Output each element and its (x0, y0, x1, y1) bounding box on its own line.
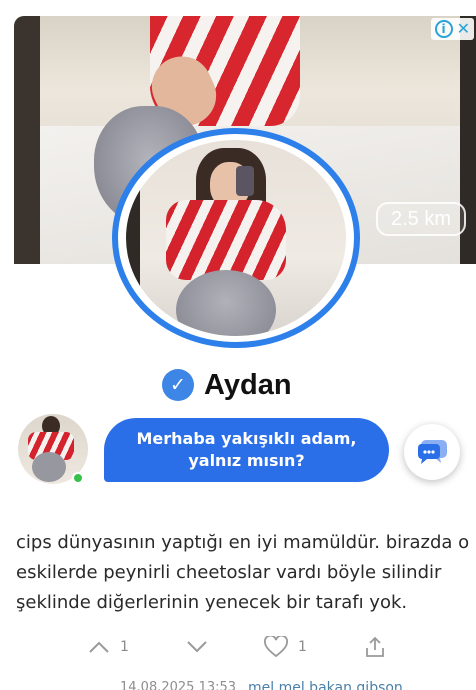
share-icon (366, 636, 384, 657)
profile-name-row: ✓ Aydan (162, 368, 292, 402)
upvote-button[interactable]: 1 (88, 630, 129, 664)
chat-bubble-icon (417, 440, 447, 464)
profile-avatar[interactable] (112, 128, 360, 348)
avatar-photo (126, 140, 346, 336)
entry-line: eskilerde peynirli cheetoslar vardı böyl… (16, 562, 442, 583)
entry-footer: 14.08.2025 13:53 mel mel bakan gibson (0, 680, 476, 690)
online-status-dot (72, 472, 84, 484)
entry-actions: 1 1 (0, 630, 476, 664)
entry-line: cips dünyasının yaptığı en iyi mamüldür.… (16, 532, 470, 553)
avatar-phone (236, 166, 254, 196)
entry-date[interactable]: 14.08.2025 13:53 (120, 680, 236, 690)
avatar-shirt (166, 200, 286, 280)
favorite-count: 1 (298, 639, 307, 655)
verified-check-icon: ✓ (162, 369, 194, 401)
chevron-up-icon (89, 641, 109, 653)
ad-choices[interactable]: i ✕ (430, 18, 474, 40)
distance-badge: 2.5 km (376, 202, 466, 236)
profile-name: Aydan (204, 369, 292, 401)
message-bubble[interactable]: Merhaba yakışıklı adam, yalnız mısın? (104, 418, 389, 482)
entry-author[interactable]: mel mel bakan gibson (248, 680, 403, 690)
avatar-mirror-frame (126, 140, 140, 336)
entry-line: şeklinde diğerlerinin yenecek bir tarafı… (16, 592, 408, 613)
ad-card[interactable]: i ✕ 2.5 km ✓ Aydan Merhaba yakışıklı ada… (14, 16, 476, 484)
info-icon[interactable]: i (434, 20, 453, 38)
entry-content: cips dünyasının yaptığı en iyi mamüldür.… (16, 528, 470, 618)
favorite-button[interactable]: 1 (264, 630, 307, 664)
chat-button[interactable] (404, 424, 460, 480)
close-icon[interactable]: ✕ (457, 21, 470, 37)
downvote-button[interactable] (186, 630, 208, 664)
message-line-1: Merhaba yakışıklı adam, (136, 429, 357, 448)
sender-avatar-body (32, 452, 66, 482)
chevron-down-icon (187, 641, 207, 653)
share-button[interactable] (364, 630, 386, 664)
mirror-frame-left (14, 16, 40, 264)
heart-icon (264, 636, 288, 658)
message-line-2: yalnız mısın? (188, 451, 305, 470)
upvote-count: 1 (120, 639, 129, 655)
